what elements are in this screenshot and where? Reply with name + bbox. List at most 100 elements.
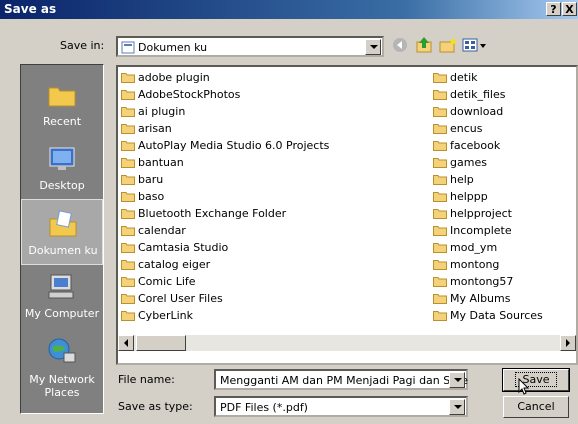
folder-icon bbox=[121, 311, 135, 321]
file-list[interactable]: adobe plugin AdobeStockPhotos ai plugin ari… bbox=[116, 65, 578, 365]
place-desktop[interactable]: Desktop bbox=[21, 135, 103, 201]
folder-name: helppp bbox=[450, 190, 488, 203]
place-recent[interactable]: Recent bbox=[21, 71, 103, 137]
save-in-value: Dokumen ku bbox=[138, 41, 208, 54]
folder-name: Camtasia Studio bbox=[138, 241, 229, 254]
place-my-network[interactable]: My Network Places bbox=[21, 327, 103, 407]
folder-item[interactable]: CyberLink bbox=[120, 307, 329, 324]
scroll-left-button[interactable] bbox=[118, 335, 134, 351]
save-in-combo[interactable]: Dokumen ku bbox=[116, 36, 384, 57]
folder-icon bbox=[433, 141, 447, 151]
folder-icon bbox=[433, 226, 447, 236]
folder-icon bbox=[121, 124, 135, 134]
file-name-label: File name: bbox=[118, 373, 175, 386]
save-type-combo[interactable]: PDF Files (*.pdf) bbox=[214, 396, 468, 417]
folder-name: catalog eiger bbox=[138, 258, 211, 271]
folder-name: ai plugin bbox=[138, 105, 186, 118]
folder-item[interactable]: bantuan bbox=[120, 154, 329, 171]
file-name-value: Mengganti AM dan PM Menjadi Pagi dan Sor… bbox=[220, 374, 469, 387]
desktop-icon bbox=[49, 147, 75, 170]
folder-item[interactable]: helppp bbox=[432, 188, 543, 205]
arrow-left-icon bbox=[124, 339, 128, 347]
up-folder-icon[interactable] bbox=[414, 35, 434, 55]
folder-item[interactable]: mod_ym bbox=[432, 239, 543, 256]
folder-icon bbox=[433, 243, 447, 253]
folder-icon bbox=[433, 124, 447, 134]
save-button[interactable]: Save bbox=[502, 368, 570, 392]
folder-item[interactable]: ai plugin bbox=[120, 103, 329, 120]
folder-name: montong bbox=[450, 258, 500, 271]
folder-item[interactable]: Comic Life bbox=[120, 273, 329, 290]
scroll-thumb[interactable] bbox=[136, 335, 186, 351]
save-type-value: PDF Files (*.pdf) bbox=[220, 401, 308, 414]
folder-name: mod_ym bbox=[450, 241, 498, 254]
folder-name: encus bbox=[450, 122, 483, 135]
folder-item[interactable]: detik_files bbox=[432, 86, 543, 103]
folder-icon bbox=[121, 192, 135, 202]
chevron-down-icon[interactable] bbox=[365, 39, 381, 55]
folder-name: AutoPlay Media Studio 6.0 Projects bbox=[138, 139, 330, 152]
my-computer-icon bbox=[48, 274, 74, 299]
place-label: Desktop bbox=[39, 179, 85, 192]
horizontal-scrollbar[interactable] bbox=[118, 335, 576, 351]
folder-item[interactable]: games bbox=[432, 154, 543, 171]
folder-name: arisan bbox=[138, 122, 172, 135]
folder-name: facebook bbox=[450, 139, 501, 152]
file-name-combo[interactable]: Mengganti AM dan PM Menjadi Pagi dan Sor… bbox=[214, 369, 468, 390]
folder-icon bbox=[433, 209, 447, 219]
folder-item[interactable]: detik bbox=[432, 69, 543, 86]
recent-folder-icon bbox=[48, 87, 76, 107]
folder-item[interactable]: My Albums bbox=[432, 290, 543, 307]
folder-item[interactable]: baso bbox=[120, 188, 329, 205]
folder-item[interactable]: montong57 bbox=[432, 273, 543, 290]
folder-item[interactable]: Corel User Files bbox=[120, 290, 329, 307]
folder-item[interactable]: Camtasia Studio bbox=[120, 239, 329, 256]
folder-item[interactable]: helpproject bbox=[432, 205, 543, 222]
folder-item[interactable]: My Data Sources bbox=[432, 307, 543, 324]
folder-item[interactable]: montong bbox=[432, 256, 543, 273]
folder-icon bbox=[433, 260, 447, 270]
back-icon[interactable] bbox=[390, 35, 410, 55]
views-menu-icon[interactable] bbox=[462, 35, 488, 55]
new-folder-icon[interactable] bbox=[438, 35, 458, 55]
folder-item[interactable]: catalog eiger bbox=[120, 256, 329, 273]
folder-item[interactable]: download bbox=[432, 103, 543, 120]
folder-name: download bbox=[450, 105, 504, 118]
close-button[interactable]: X bbox=[562, 2, 577, 16]
folder-icon bbox=[121, 294, 135, 304]
place-label: Recent bbox=[42, 115, 82, 128]
folder-item[interactable]: AutoPlay Media Studio 6.0 Projects bbox=[120, 137, 329, 154]
folder-item[interactable]: Bluetooth Exchange Folder bbox=[120, 205, 329, 222]
place-dokumen-ku[interactable]: Dokumen ku bbox=[21, 199, 103, 265]
folder-name: My Albums bbox=[450, 292, 511, 305]
folder-icon bbox=[121, 141, 135, 151]
chevron-down-icon[interactable] bbox=[449, 372, 465, 388]
scroll-right-button[interactable] bbox=[560, 335, 576, 351]
folder-item[interactable]: facebook bbox=[432, 137, 543, 154]
folder-icon bbox=[433, 175, 447, 185]
folder-name: help bbox=[450, 173, 474, 186]
folder-item[interactable]: adobe plugin bbox=[120, 69, 329, 86]
file-column-left: adobe plugin AdobeStockPhotos ai plugin ari… bbox=[120, 69, 329, 324]
folder-item[interactable]: AdobeStockPhotos bbox=[120, 86, 329, 103]
folder-icon bbox=[433, 90, 447, 100]
cancel-button[interactable]: Cancel bbox=[503, 396, 569, 418]
folder-item[interactable]: Incomplete bbox=[432, 222, 543, 239]
folder-name: Bluetooth Exchange Folder bbox=[138, 207, 287, 220]
help-button[interactable]: ? bbox=[546, 2, 561, 16]
place-my-computer[interactable]: My Computer bbox=[21, 263, 103, 329]
folder-item[interactable]: baru bbox=[120, 171, 329, 188]
folder-icon bbox=[121, 209, 135, 219]
folder-icon bbox=[433, 311, 447, 321]
folder-name: calendar bbox=[138, 224, 186, 237]
chevron-down-icon[interactable] bbox=[449, 399, 465, 415]
folder-item[interactable]: encus bbox=[432, 120, 543, 137]
folder-item[interactable]: calendar bbox=[120, 222, 329, 239]
folder-name: CyberLink bbox=[138, 309, 193, 322]
folder-name: Incomplete bbox=[450, 224, 512, 237]
folder-item[interactable]: arisan bbox=[120, 120, 329, 137]
folder-icon bbox=[121, 90, 135, 100]
window-title: Save as bbox=[4, 2, 57, 16]
folder-item[interactable]: help bbox=[432, 171, 543, 188]
folder-name: baru bbox=[138, 173, 164, 186]
